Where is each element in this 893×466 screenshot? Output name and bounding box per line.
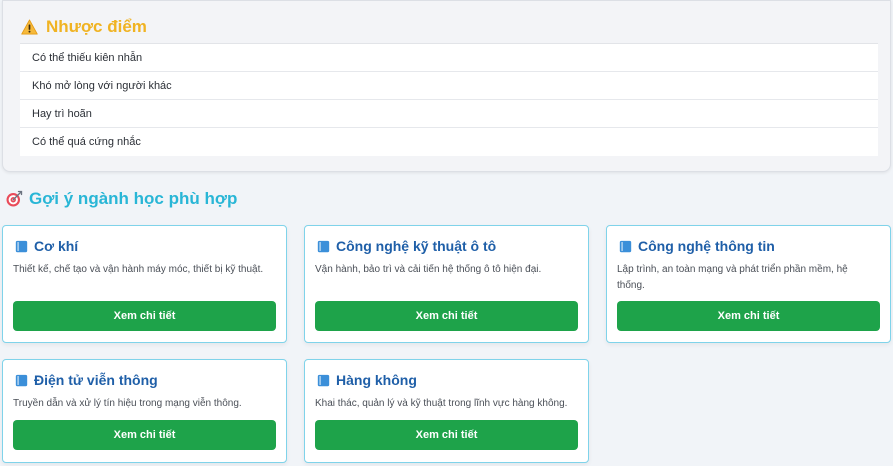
target-icon xyxy=(6,190,23,207)
view-details-button[interactable]: Xem chi tiết xyxy=(315,420,578,450)
book-icon xyxy=(15,374,28,386)
card-title: Công nghệ thông tin xyxy=(638,238,775,254)
card-description: Thiết kế, chế tạo và vận hành máy móc, t… xyxy=(13,264,264,275)
weaknesses-list: Có thể thiếu kiên nhẫn Khó mở lòng với n… xyxy=(20,43,878,156)
card-description: Vận hành, bảo trì và cải tiến hệ thống ô… xyxy=(315,264,542,275)
weakness-item: Có thể thiếu kiên nhẫn xyxy=(20,44,878,72)
book-icon xyxy=(15,240,28,252)
card-description: Khai thác, quản lý và kỹ thuật trong lĩn… xyxy=(315,398,568,409)
weaknesses-title: Nhược điểm xyxy=(46,17,147,36)
card-title: Cơ khí xyxy=(34,238,79,254)
warning-icon xyxy=(21,19,38,35)
card-heading: Công nghệ thông tin xyxy=(619,238,775,254)
card-heading: Cơ khí xyxy=(15,238,78,254)
major-card-cong-nghe-thong-tin: Công nghệ thông tin Lập trình, an toàn m… xyxy=(606,225,891,343)
suggestions-heading: Gợi ý ngành học phù hợp xyxy=(5,189,237,209)
card-title: Công nghệ kỹ thuật ô tô xyxy=(336,238,497,254)
card-title: Hàng không xyxy=(336,372,417,388)
book-icon xyxy=(317,240,330,252)
weakness-item: Có thể quá cứng nhắc xyxy=(32,136,141,148)
card-title: Điện tử viễn thông xyxy=(34,372,158,388)
view-details-button[interactable]: Xem chi tiết xyxy=(13,301,276,331)
suggestions-title: Gợi ý ngành học phù hợp xyxy=(29,189,238,208)
book-icon xyxy=(619,240,632,252)
major-card-dien-tu-vien-thong: Điện tử viễn thông Truyền dẫn và xử lý t… xyxy=(2,359,287,463)
view-details-button[interactable]: Xem chi tiết xyxy=(315,301,578,331)
card-description: Lập trình, an toàn mạng và phát triển ph… xyxy=(617,264,848,291)
weakness-item: Khó mở lòng với người khác xyxy=(20,72,878,100)
card-description: Truyền dẫn và xử lý tín hiệu trong mạng … xyxy=(13,398,242,409)
card-heading: Hàng không xyxy=(317,372,417,388)
view-details-button[interactable]: Xem chi tiết xyxy=(617,301,880,331)
weakness-item: Hay trì hoãn xyxy=(20,100,878,128)
major-card-hang-khong: Hàng không Khai thác, quản lý và kỹ thuậ… xyxy=(304,359,589,463)
major-card-cong-nghe-ky-thuat-o-to: Công nghệ kỹ thuật ô tô Vận hành, bảo tr… xyxy=(304,225,589,343)
card-heading: Điện tử viễn thông xyxy=(15,372,158,388)
card-heading: Công nghệ kỹ thuật ô tô xyxy=(317,238,496,254)
weaknesses-card: Nhược điểm Có thể thiếu kiên nhẫn Khó mở… xyxy=(2,0,891,172)
view-details-button[interactable]: Xem chi tiết xyxy=(13,420,276,450)
book-icon xyxy=(317,374,330,386)
major-card-co-khi: Cơ khí Thiết kế, chế tạo và vận hành máy… xyxy=(2,225,287,343)
weaknesses-heading: Nhược điểm xyxy=(21,17,147,37)
